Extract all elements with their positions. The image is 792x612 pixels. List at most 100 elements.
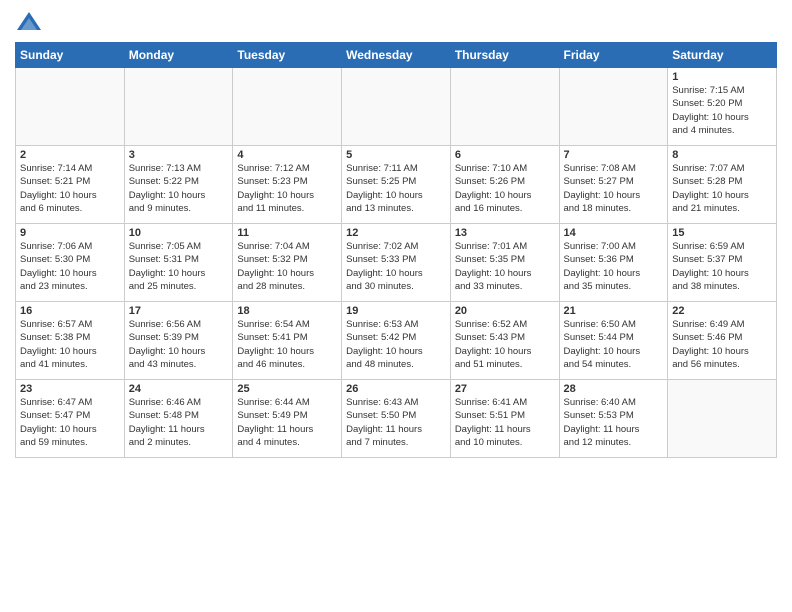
day-cell: 5Sunrise: 7:11 AM Sunset: 5:25 PM Daylig… xyxy=(342,146,451,224)
day-number: 11 xyxy=(237,227,337,239)
week-row-4: 23Sunrise: 6:47 AM Sunset: 5:47 PM Dayli… xyxy=(16,380,777,458)
day-cell: 25Sunrise: 6:44 AM Sunset: 5:49 PM Dayli… xyxy=(233,380,342,458)
day-number: 15 xyxy=(672,227,772,239)
header-cell-thursday: Thursday xyxy=(450,43,559,68)
header-cell-saturday: Saturday xyxy=(668,43,777,68)
day-info: Sunrise: 6:59 AM Sunset: 5:37 PM Dayligh… xyxy=(672,240,772,293)
day-info: Sunrise: 6:44 AM Sunset: 5:49 PM Dayligh… xyxy=(237,396,337,449)
day-number: 5 xyxy=(346,149,446,161)
day-cell: 20Sunrise: 6:52 AM Sunset: 5:43 PM Dayli… xyxy=(450,302,559,380)
week-row-2: 9Sunrise: 7:06 AM Sunset: 5:30 PM Daylig… xyxy=(16,224,777,302)
day-info: Sunrise: 6:54 AM Sunset: 5:41 PM Dayligh… xyxy=(237,318,337,371)
day-cell: 8Sunrise: 7:07 AM Sunset: 5:28 PM Daylig… xyxy=(668,146,777,224)
day-info: Sunrise: 7:02 AM Sunset: 5:33 PM Dayligh… xyxy=(346,240,446,293)
day-cell xyxy=(16,68,125,146)
day-number: 12 xyxy=(346,227,446,239)
day-number: 22 xyxy=(672,305,772,317)
logo-icon xyxy=(15,10,43,38)
day-number: 14 xyxy=(564,227,664,239)
day-info: Sunrise: 7:14 AM Sunset: 5:21 PM Dayligh… xyxy=(20,162,120,215)
day-cell: 4Sunrise: 7:12 AM Sunset: 5:23 PM Daylig… xyxy=(233,146,342,224)
day-info: Sunrise: 7:12 AM Sunset: 5:23 PM Dayligh… xyxy=(237,162,337,215)
week-row-1: 2Sunrise: 7:14 AM Sunset: 5:21 PM Daylig… xyxy=(16,146,777,224)
day-number: 9 xyxy=(20,227,120,239)
day-number: 3 xyxy=(129,149,229,161)
day-info: Sunrise: 7:05 AM Sunset: 5:31 PM Dayligh… xyxy=(129,240,229,293)
day-info: Sunrise: 6:56 AM Sunset: 5:39 PM Dayligh… xyxy=(129,318,229,371)
day-info: Sunrise: 6:52 AM Sunset: 5:43 PM Dayligh… xyxy=(455,318,555,371)
day-cell xyxy=(668,380,777,458)
day-cell: 3Sunrise: 7:13 AM Sunset: 5:22 PM Daylig… xyxy=(124,146,233,224)
day-number: 17 xyxy=(129,305,229,317)
day-number: 4 xyxy=(237,149,337,161)
day-number: 8 xyxy=(672,149,772,161)
day-info: Sunrise: 6:40 AM Sunset: 5:53 PM Dayligh… xyxy=(564,396,664,449)
day-number: 24 xyxy=(129,383,229,395)
day-number: 1 xyxy=(672,71,772,83)
day-info: Sunrise: 7:07 AM Sunset: 5:28 PM Dayligh… xyxy=(672,162,772,215)
day-info: Sunrise: 7:04 AM Sunset: 5:32 PM Dayligh… xyxy=(237,240,337,293)
day-info: Sunrise: 7:01 AM Sunset: 5:35 PM Dayligh… xyxy=(455,240,555,293)
day-cell: 10Sunrise: 7:05 AM Sunset: 5:31 PM Dayli… xyxy=(124,224,233,302)
day-cell: 6Sunrise: 7:10 AM Sunset: 5:26 PM Daylig… xyxy=(450,146,559,224)
day-number: 10 xyxy=(129,227,229,239)
day-cell xyxy=(450,68,559,146)
day-info: Sunrise: 6:49 AM Sunset: 5:46 PM Dayligh… xyxy=(672,318,772,371)
day-number: 16 xyxy=(20,305,120,317)
day-number: 25 xyxy=(237,383,337,395)
calendar-table: SundayMondayTuesdayWednesdayThursdayFrid… xyxy=(15,42,777,458)
calendar-container: SundayMondayTuesdayWednesdayThursdayFrid… xyxy=(0,0,792,468)
logo xyxy=(15,10,47,38)
day-info: Sunrise: 7:15 AM Sunset: 5:20 PM Dayligh… xyxy=(672,84,772,137)
day-cell: 2Sunrise: 7:14 AM Sunset: 5:21 PM Daylig… xyxy=(16,146,125,224)
day-number: 18 xyxy=(237,305,337,317)
day-cell: 22Sunrise: 6:49 AM Sunset: 5:46 PM Dayli… xyxy=(668,302,777,380)
day-info: Sunrise: 7:13 AM Sunset: 5:22 PM Dayligh… xyxy=(129,162,229,215)
day-cell: 26Sunrise: 6:43 AM Sunset: 5:50 PM Dayli… xyxy=(342,380,451,458)
day-cell: 7Sunrise: 7:08 AM Sunset: 5:27 PM Daylig… xyxy=(559,146,668,224)
day-info: Sunrise: 6:46 AM Sunset: 5:48 PM Dayligh… xyxy=(129,396,229,449)
day-cell: 27Sunrise: 6:41 AM Sunset: 5:51 PM Dayli… xyxy=(450,380,559,458)
day-cell: 16Sunrise: 6:57 AM Sunset: 5:38 PM Dayli… xyxy=(16,302,125,380)
calendar-body: 1Sunrise: 7:15 AM Sunset: 5:20 PM Daylig… xyxy=(16,68,777,458)
week-row-0: 1Sunrise: 7:15 AM Sunset: 5:20 PM Daylig… xyxy=(16,68,777,146)
day-info: Sunrise: 6:41 AM Sunset: 5:51 PM Dayligh… xyxy=(455,396,555,449)
day-cell: 14Sunrise: 7:00 AM Sunset: 5:36 PM Dayli… xyxy=(559,224,668,302)
day-cell: 18Sunrise: 6:54 AM Sunset: 5:41 PM Dayli… xyxy=(233,302,342,380)
day-cell: 12Sunrise: 7:02 AM Sunset: 5:33 PM Dayli… xyxy=(342,224,451,302)
header-cell-sunday: Sunday xyxy=(16,43,125,68)
day-cell: 13Sunrise: 7:01 AM Sunset: 5:35 PM Dayli… xyxy=(450,224,559,302)
day-cell: 1Sunrise: 7:15 AM Sunset: 5:20 PM Daylig… xyxy=(668,68,777,146)
day-number: 21 xyxy=(564,305,664,317)
day-cell xyxy=(124,68,233,146)
day-number: 7 xyxy=(564,149,664,161)
day-info: Sunrise: 7:06 AM Sunset: 5:30 PM Dayligh… xyxy=(20,240,120,293)
day-number: 28 xyxy=(564,383,664,395)
day-cell: 23Sunrise: 6:47 AM Sunset: 5:47 PM Dayli… xyxy=(16,380,125,458)
day-cell: 11Sunrise: 7:04 AM Sunset: 5:32 PM Dayli… xyxy=(233,224,342,302)
day-cell xyxy=(559,68,668,146)
day-cell: 21Sunrise: 6:50 AM Sunset: 5:44 PM Dayli… xyxy=(559,302,668,380)
week-row-3: 16Sunrise: 6:57 AM Sunset: 5:38 PM Dayli… xyxy=(16,302,777,380)
day-number: 19 xyxy=(346,305,446,317)
day-info: Sunrise: 6:43 AM Sunset: 5:50 PM Dayligh… xyxy=(346,396,446,449)
day-number: 23 xyxy=(20,383,120,395)
day-number: 13 xyxy=(455,227,555,239)
day-info: Sunrise: 7:08 AM Sunset: 5:27 PM Dayligh… xyxy=(564,162,664,215)
day-cell: 28Sunrise: 6:40 AM Sunset: 5:53 PM Dayli… xyxy=(559,380,668,458)
day-cell xyxy=(342,68,451,146)
header xyxy=(15,10,777,38)
day-info: Sunrise: 7:10 AM Sunset: 5:26 PM Dayligh… xyxy=(455,162,555,215)
day-info: Sunrise: 7:11 AM Sunset: 5:25 PM Dayligh… xyxy=(346,162,446,215)
day-info: Sunrise: 6:57 AM Sunset: 5:38 PM Dayligh… xyxy=(20,318,120,371)
day-cell xyxy=(233,68,342,146)
day-number: 20 xyxy=(455,305,555,317)
day-cell: 17Sunrise: 6:56 AM Sunset: 5:39 PM Dayli… xyxy=(124,302,233,380)
day-cell: 24Sunrise: 6:46 AM Sunset: 5:48 PM Dayli… xyxy=(124,380,233,458)
day-info: Sunrise: 7:00 AM Sunset: 5:36 PM Dayligh… xyxy=(564,240,664,293)
day-info: Sunrise: 6:53 AM Sunset: 5:42 PM Dayligh… xyxy=(346,318,446,371)
day-number: 6 xyxy=(455,149,555,161)
day-info: Sunrise: 6:47 AM Sunset: 5:47 PM Dayligh… xyxy=(20,396,120,449)
day-info: Sunrise: 6:50 AM Sunset: 5:44 PM Dayligh… xyxy=(564,318,664,371)
day-number: 26 xyxy=(346,383,446,395)
